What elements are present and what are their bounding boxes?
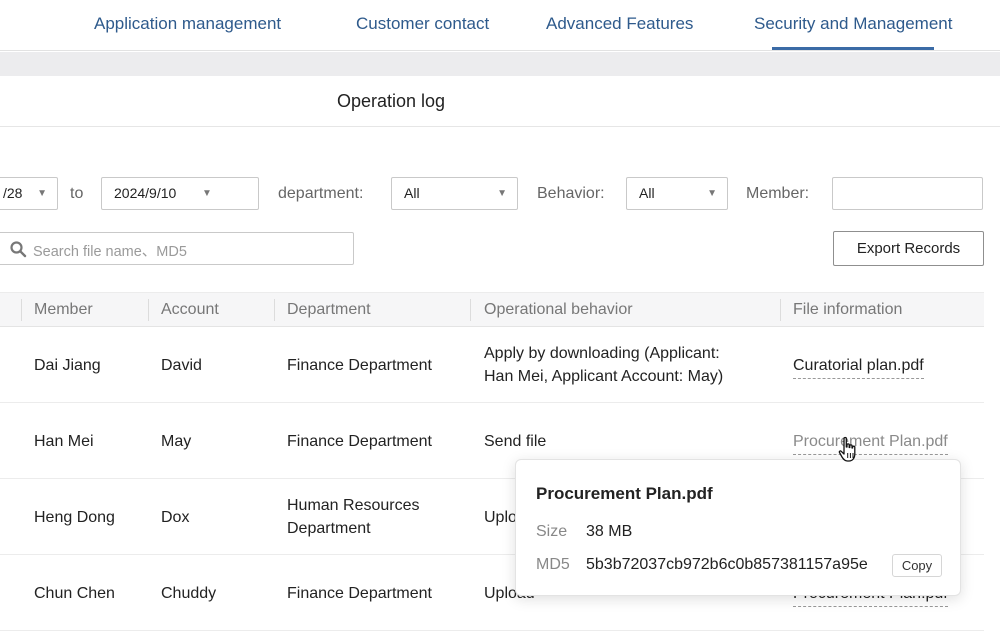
tab-advanced-features[interactable]: Advanced Features (546, 14, 693, 34)
behavior-value: All (639, 185, 655, 201)
date-to-value: 2024/9/10 (114, 185, 177, 201)
file-link[interactable]: Curatorial plan.pdf (793, 354, 924, 379)
date-from-select[interactable]: /28 ▼ (0, 177, 58, 210)
size-value: 38 MB (586, 523, 633, 540)
size-label: Size (536, 523, 568, 540)
member-input[interactable] (832, 177, 983, 210)
table-row: Dai Jiang David Finance Department Apply… (0, 327, 984, 403)
tab-customer-contact[interactable]: Customer contact (356, 14, 489, 34)
cell-member: Han Mei (34, 433, 94, 450)
column-header-member: Member (34, 301, 93, 318)
cell-behavior: Uplo (484, 509, 517, 526)
date-from-value: /28 (3, 185, 23, 201)
file-link[interactable]: Procurement Plan.pdf (793, 430, 948, 455)
grey-band (0, 52, 1000, 76)
cell-account: Chuddy (161, 585, 217, 602)
table-header: Member Account Department Operational be… (0, 292, 984, 327)
popover-title: Procurement Plan.pdf (536, 484, 713, 503)
department-label: department: (278, 185, 364, 202)
member-label: Member: (746, 185, 810, 202)
top-nav: Application management Customer contact … (0, 0, 1000, 51)
cell-behavior: Apply by downloading (Applicant: Han Mei… (484, 345, 724, 385)
cell-department: Finance Department (287, 357, 432, 374)
column-header-account: Account (161, 301, 219, 318)
behavior-label: Behavior: (537, 185, 605, 202)
chevron-down-icon: ▼ (202, 188, 212, 199)
search-input[interactable]: Search file name、MD5 (0, 232, 354, 265)
chevron-down-icon: ▼ (497, 188, 507, 199)
title-bar: Operation log (0, 76, 1000, 127)
cell-member: Dai Jiang (34, 357, 101, 374)
cell-account: David (161, 357, 202, 374)
cell-department: Finance Department (287, 433, 432, 450)
copy-button[interactable]: Copy (892, 554, 942, 577)
cell-account: May (161, 433, 192, 450)
page-title: Operation log (337, 91, 446, 111)
cell-member: Chun Chen (34, 585, 115, 602)
cell-account: Dox (161, 509, 190, 526)
behavior-select[interactable]: All ▼ (626, 177, 728, 210)
column-header-file-information: File information (793, 301, 903, 318)
search-icon (10, 241, 27, 258)
date-to-select[interactable]: 2024/9/10 ▼ (101, 177, 259, 210)
tab-application-management[interactable]: Application management (94, 14, 281, 34)
cell-member: Heng Dong (34, 509, 115, 526)
cell-department: Human Resources Department (287, 497, 420, 537)
chevron-down-icon: ▼ (707, 188, 717, 199)
column-header-behavior: Operational behavior (484, 301, 633, 318)
file-info-popover: Procurement Plan.pdf Size 38 MB MD5 5b3b… (515, 459, 961, 596)
search-placeholder: Search file name、MD5 (33, 244, 187, 260)
cell-department: Finance Department (287, 585, 432, 602)
column-header-department: Department (287, 301, 371, 318)
export-records-button[interactable]: Export Records (833, 231, 984, 266)
department-value: All (404, 185, 420, 201)
to-label: to (70, 185, 84, 202)
hand-cursor-icon (838, 436, 856, 462)
md5-value: 5b3b72037cb972b6c0b857381157a95e (586, 556, 868, 573)
tab-security-and-management[interactable]: Security and Management (754, 14, 952, 50)
md5-label: MD5 (536, 556, 570, 573)
department-select[interactable]: All ▼ (391, 177, 518, 210)
cell-behavior: Send file (484, 433, 547, 450)
chevron-down-icon: ▼ (37, 188, 47, 199)
